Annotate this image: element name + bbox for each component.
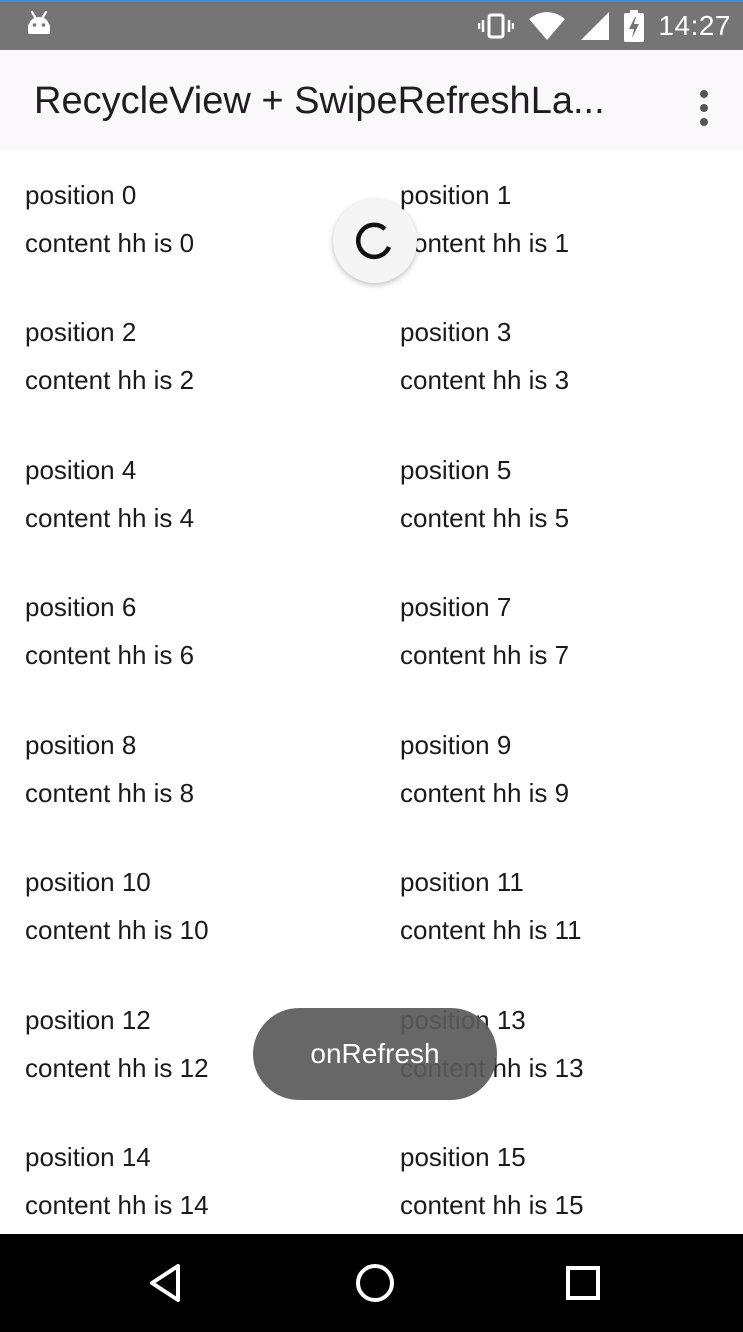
list-item[interactable]: position 6 content hh is 6 [25,562,385,699]
item-content: content hh is 11 [400,915,582,945]
item-position: position 5 [400,455,512,485]
list-item[interactable]: position 14 content hh is 14 [25,1112,385,1234]
list-item[interactable]: position 0 content hh is 0 [25,150,385,287]
app-bar: RecycleView + SwipeRefreshLa... [0,50,743,150]
item-position: position 10 [25,867,151,897]
list-item[interactable]: position 9 content hh is 9 [400,700,743,837]
item-content: content hh is 4 [25,503,195,533]
list-item[interactable]: position 4 content hh is 4 [25,425,385,562]
list-item[interactable]: position 1 content hh is 1 [400,150,743,287]
item-content: content hh is 6 [25,640,195,670]
list-item[interactable]: position 11 content hh is 11 [400,837,743,974]
wifi-icon [529,12,566,40]
list-item[interactable]: position 10 content hh is 10 [25,837,385,974]
overflow-menu-icon[interactable] [690,88,718,128]
back-icon[interactable] [142,1258,192,1308]
item-content: content hh is 8 [25,778,195,808]
list-item[interactable]: position 15 content hh is 15 [400,1112,743,1234]
home-icon[interactable] [350,1258,400,1308]
list-item[interactable]: position 7 content hh is 7 [400,562,743,699]
cellular-signal-icon [581,12,610,40]
list-item[interactable]: position 8 content hh is 8 [25,700,385,837]
page-title: RecycleView + SwipeRefreshLa... [34,80,605,122]
item-content: content hh is 1 [400,228,570,258]
list-item[interactable]: position 5 content hh is 5 [400,425,743,562]
item-content: content hh is 3 [400,365,570,395]
item-position: position 8 [25,730,137,760]
item-content: content hh is 14 [25,1190,209,1220]
recents-icon[interactable] [558,1258,608,1308]
item-position: position 15 [400,1142,526,1172]
item-position: position 7 [400,592,512,622]
status-time: 14:27 [658,10,731,41]
item-content: content hh is 15 [400,1190,584,1220]
item-position: position 14 [25,1142,151,1172]
android-icon [28,10,50,34]
item-content: content hh is 2 [25,365,195,395]
navigation-bar [0,1234,743,1332]
item-content: content hh is 12 [25,1053,209,1083]
item-position: position 3 [400,317,512,347]
refresh-spinner [333,199,417,283]
item-content: content hh is 9 [400,778,570,808]
status-bar: 14:27 [0,0,743,50]
item-position: position 12 [25,1005,151,1035]
item-position: position 2 [25,317,137,347]
item-position: position 4 [25,455,137,485]
battery-charging-icon [624,10,645,42]
list-item[interactable]: position 2 content hh is 2 [25,287,385,424]
list-item[interactable]: position 3 content hh is 3 [400,287,743,424]
item-position: position 0 [25,180,137,210]
toast-message: onRefresh [253,1008,497,1100]
item-content: content hh is 10 [25,915,209,945]
loading-spinner-icon [356,222,392,260]
item-content: content hh is 7 [400,640,570,670]
item-position: position 6 [25,592,137,622]
item-content: content hh is 5 [400,503,570,533]
item-position: position 9 [400,730,512,760]
vibrate-icon [478,13,515,39]
item-content: content hh is 0 [25,228,195,258]
item-position: position 11 [400,867,524,897]
toast-text: onRefresh [310,1038,440,1069]
